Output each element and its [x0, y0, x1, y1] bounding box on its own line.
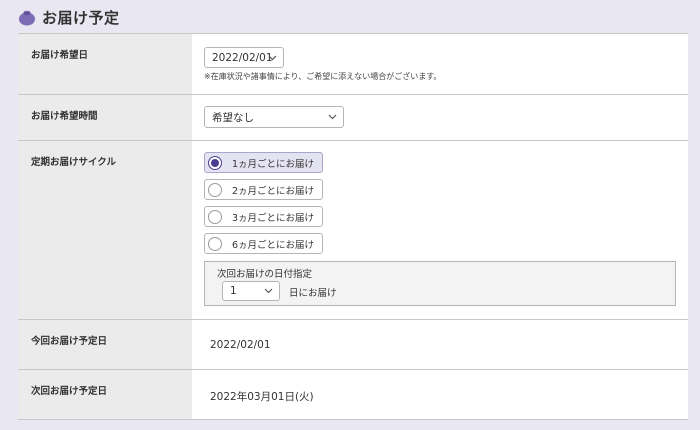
delivery-schedule-table: お届け希望日 2022/02/01 ※在庫状況や諸事情により、ご希望に添えない場…: [18, 33, 688, 420]
row-delivery-date: お届け希望日 2022/02/01 ※在庫状況や諸事情により、ご希望に添えない場…: [18, 34, 688, 95]
row-delivery-time: お届け希望時間 希望なし: [18, 95, 688, 141]
row-this-delivery-date: 今回お届け予定日 2022/02/01: [18, 320, 688, 370]
cycle-option-label: 2ヵ月ごとにお届け: [232, 185, 315, 197]
delivery-date-note: ※在庫状況や諸事情により、ご希望に添えない場合がございます。: [204, 72, 442, 81]
next-delivery-day-select[interactable]: 1: [222, 281, 280, 301]
next-delivery-day-title: 次回お届けの日付指定: [217, 269, 313, 280]
cycle-option-label: 6ヵ月ごとにお届け: [232, 239, 315, 251]
delivery-date-select-value: 2022/02/01: [212, 51, 273, 64]
radio-button[interactable]: [208, 155, 222, 170]
next-delivery-date-value: 2022年03月01日(火): [210, 391, 314, 403]
this-delivery-date-label: 今回お届け予定日: [18, 320, 192, 369]
bag-icon: [18, 8, 36, 26]
chevron-down-icon: [328, 114, 337, 120]
section-title: お届け予定: [42, 8, 120, 27]
row-delivery-cycle: 定期お届けサイクル 1ヵ月ごとにお届け 2ヵ月ごとにお届け 3ヵ月ごとにお届け …: [18, 141, 688, 320]
next-delivery-day-box: 次回お届けの日付指定 1 日にお届け: [204, 261, 676, 306]
cycle-option-1-month[interactable]: 1ヵ月ごとにお届け: [204, 152, 324, 173]
delivery-time-select-value: 希望なし: [212, 111, 254, 124]
next-delivery-day-suffix: 日にお届け: [289, 288, 337, 299]
cycle-option-label: 3ヵ月ごとにお届け: [232, 212, 315, 224]
section-header: お届け予定: [18, 6, 120, 28]
cycle-option-label: 1ヵ月ごとにお届け: [232, 158, 315, 170]
delivery-date-select[interactable]: 2022/02/01: [204, 47, 284, 68]
radio-button[interactable]: [208, 209, 222, 224]
next-delivery-day-value: 1: [230, 285, 237, 297]
delivery-date-label: お届け希望日: [18, 34, 192, 94]
radio-button[interactable]: [208, 236, 222, 251]
chevron-down-icon: [268, 55, 277, 60]
radio-button[interactable]: [208, 182, 222, 197]
row-next-delivery-date: 次回お届け予定日 2022年03月01日(火): [18, 370, 688, 420]
next-delivery-date-label: 次回お届け予定日: [18, 370, 192, 419]
cycle-option-6-month[interactable]: 6ヵ月ごとにお届け: [204, 233, 324, 254]
chevron-down-icon: [264, 288, 273, 294]
delivery-time-label: お届け希望時間: [18, 95, 192, 140]
cycle-option-2-month[interactable]: 2ヵ月ごとにお届け: [204, 179, 324, 200]
delivery-time-select[interactable]: 希望なし: [204, 106, 344, 128]
cycle-option-3-month[interactable]: 3ヵ月ごとにお届け: [204, 206, 324, 227]
delivery-cycle-label: 定期お届けサイクル: [18, 141, 192, 319]
this-delivery-date-value: 2022/02/01: [210, 339, 271, 351]
